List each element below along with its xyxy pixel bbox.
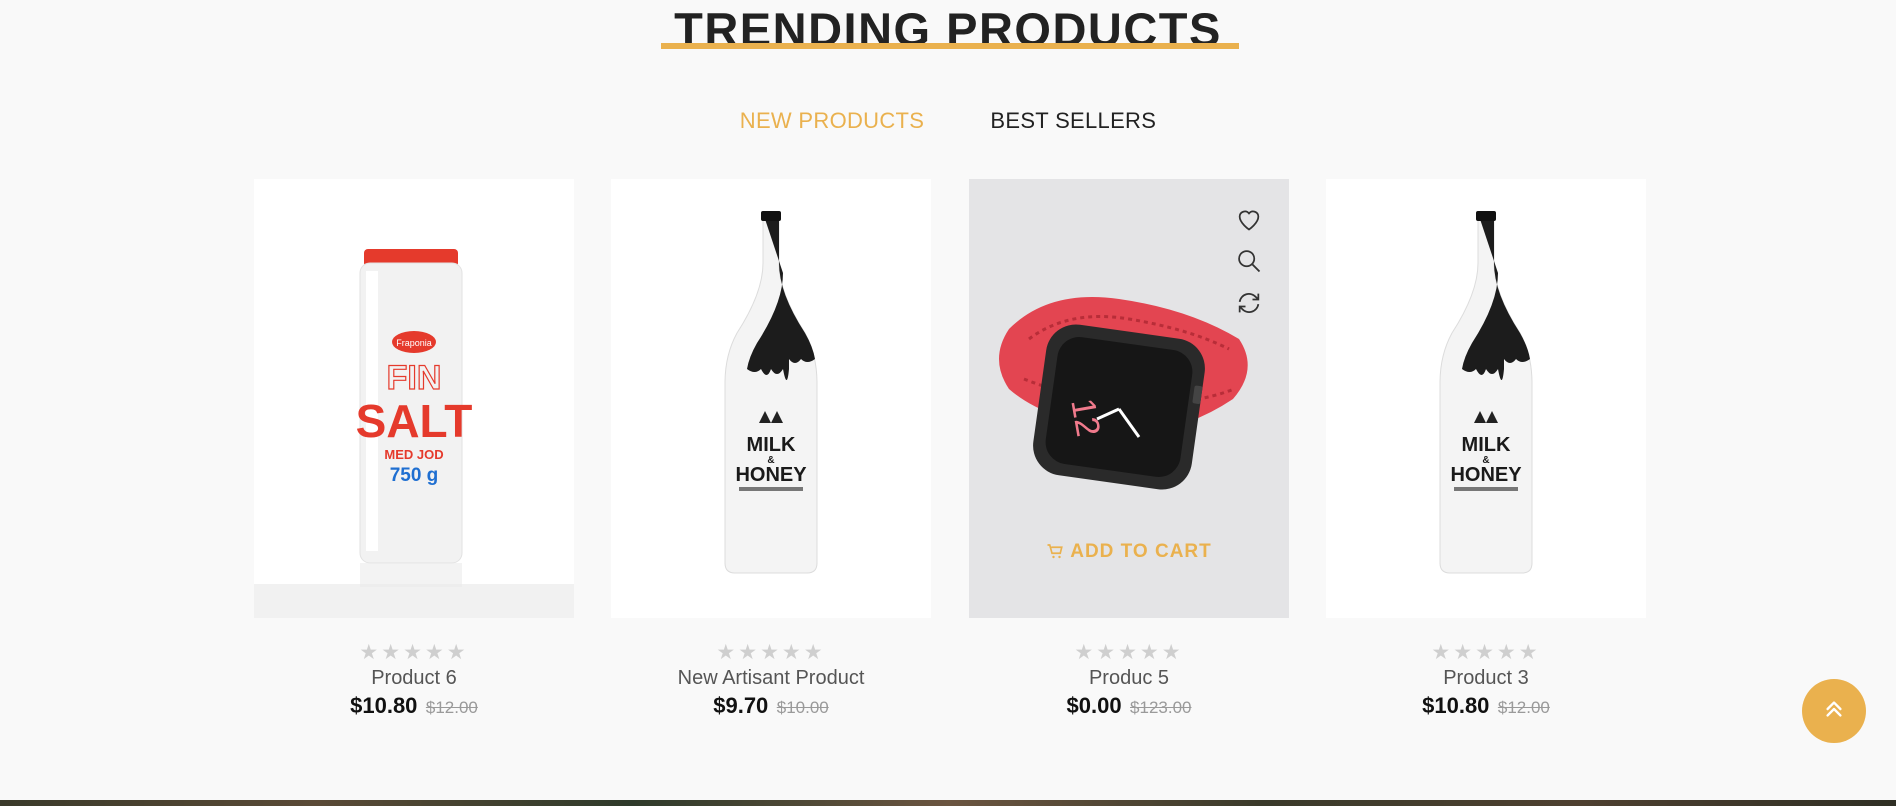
product-card[interactable]: MILK & HONEY ★★★★★ Product 3 $10.80 $12.… [1326, 179, 1646, 719]
section-header: TRENDING PRODUCTS [0, 2, 1896, 58]
product-old-price: $12.00 [1497, 698, 1550, 717]
product-old-price: $123.00 [1130, 698, 1192, 717]
svg-text:HONEY: HONEY [735, 464, 807, 486]
product-old-price: $10.00 [776, 698, 829, 717]
svg-text:HONEY: HONEY [1450, 464, 1522, 486]
product-card[interactable]: MILK & HONEY ★★★★★ New Artisant Product … [611, 179, 931, 719]
footer-banner-edge [0, 800, 1896, 806]
milk-honey-bottle-image: MILK & HONEY [724, 211, 818, 574]
svg-text:750 g: 750 g [390, 465, 439, 486]
product-image[interactable]: Fraponia FIN SALT MED JOD 750 g [254, 179, 574, 618]
product-name[interactable]: Product 3 [1326, 667, 1646, 690]
cart-icon [1046, 542, 1064, 566]
product-card[interactable]: Fraponia FIN SALT MED JOD 750 g ★★★★★ Pr… [254, 179, 574, 719]
product-tabs: NEW PRODUCTS BEST SELLERS [0, 108, 1896, 134]
rating-stars: ★★★★★ [359, 641, 469, 664]
product-old-price: $12.00 [425, 698, 478, 717]
back-to-top-button[interactable] [1802, 679, 1866, 743]
svg-text:MED JOD: MED JOD [384, 447, 443, 462]
svg-text:MILK: MILK [1462, 434, 1511, 456]
product-image[interactable]: MILK & HONEY [611, 179, 931, 618]
product-card[interactable]: 12 ADD TO CART ★★★★★ Produc 5 $0.00 $123… [969, 179, 1289, 719]
product-price: $0.00 [1066, 693, 1122, 718]
tab-best-sellers[interactable]: BEST SELLERS [990, 108, 1156, 134]
add-to-cart-label: ADD TO CART [1070, 541, 1212, 562]
heart-icon[interactable] [1235, 205, 1265, 235]
search-icon[interactable] [1235, 247, 1265, 277]
title-underline [661, 43, 1239, 49]
chevron-double-up-icon [1823, 698, 1845, 725]
salt-container-image: Fraponia FIN SALT MED JOD 750 g [254, 249, 574, 618]
refresh-icon[interactable] [1235, 289, 1265, 319]
product-actions [1235, 205, 1265, 331]
tab-new-products[interactable]: NEW PRODUCTS [740, 108, 925, 134]
add-to-cart-button[interactable]: ADD TO CART [969, 541, 1289, 566]
product-name[interactable]: Produc 5 [969, 667, 1289, 690]
product-price: $10.80 [1422, 693, 1490, 718]
product-image[interactable]: 12 ADD TO CART [969, 179, 1289, 618]
rating-stars: ★★★★★ [1074, 641, 1184, 664]
svg-text:FIN: FIN [387, 359, 442, 397]
svg-text:Fraponia: Fraponia [396, 338, 432, 348]
section-title: TRENDING PRODUCTS [674, 3, 1222, 56]
milk-honey-bottle-image: MILK & HONEY [1439, 211, 1533, 574]
product-price: $9.70 [713, 693, 769, 718]
rating-stars: ★★★★★ [1431, 641, 1541, 664]
svg-text:SALT: SALT [356, 395, 473, 447]
rating-stars: ★★★★★ [716, 641, 826, 664]
product-name[interactable]: New Artisant Product [611, 667, 931, 690]
product-name[interactable]: Product 6 [254, 667, 574, 690]
product-price: $10.80 [350, 693, 418, 718]
svg-text:MILK: MILK [747, 434, 796, 456]
product-image[interactable]: MILK & HONEY [1326, 179, 1646, 618]
